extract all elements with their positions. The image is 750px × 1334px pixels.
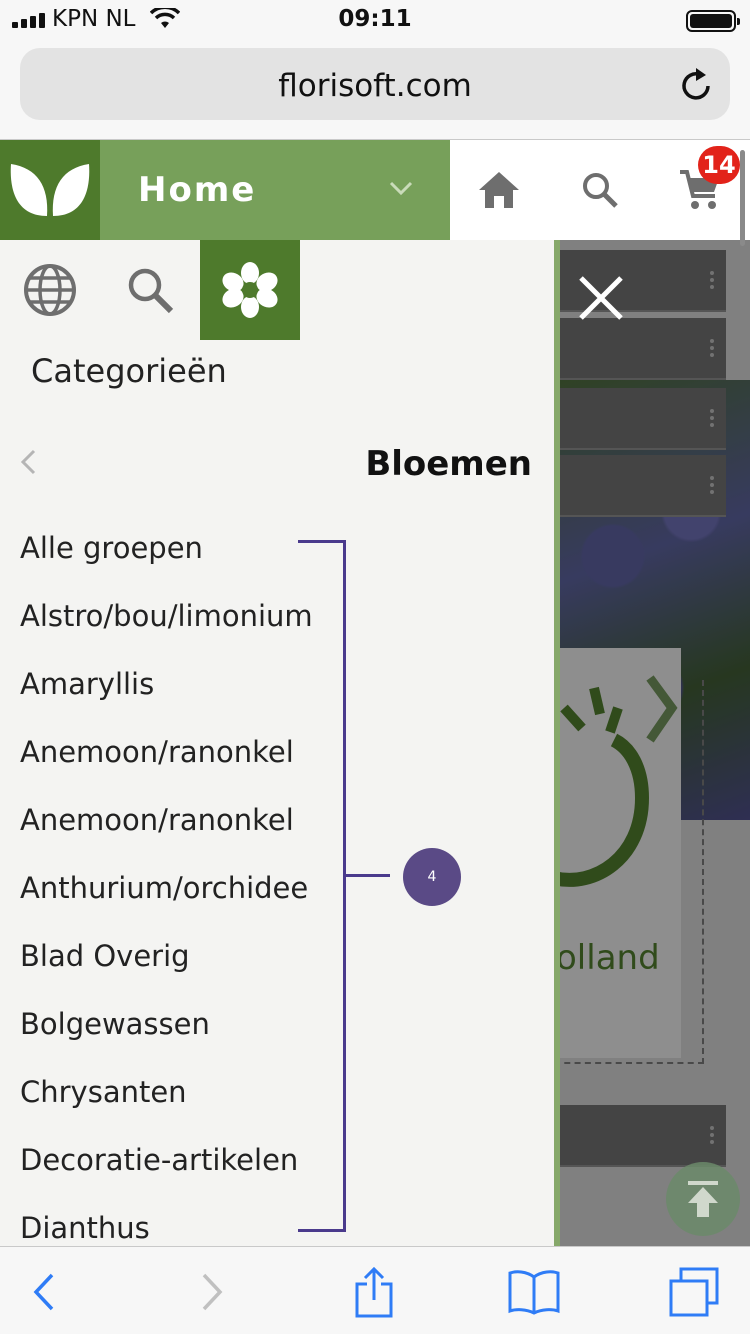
close-icon[interactable] [575,272,627,324]
category-item[interactable]: Anemoon/ranonkel [20,792,313,860]
arrow-up-icon [688,1181,718,1217]
category-list: Alle groepen Alstro/bou/limonium Amaryll… [20,520,313,1246]
search-icon [128,268,174,314]
browser-address-area: florisoft.com [0,40,750,140]
category-item[interactable]: Anemoon/ranonkel [20,724,313,792]
scrollbar[interactable] [740,150,745,246]
category-item[interactable]: Anthurium/orchidee [20,860,313,928]
chevron-down-icon [389,181,413,196]
back-button[interactable] [18,1267,70,1317]
category-item[interactable]: Bolgewassen [20,996,313,1064]
bookmarks-button[interactable] [508,1267,560,1317]
category-item[interactable]: Amaryllis [20,656,313,724]
section-dropdown-label: Home [138,170,257,210]
chevron-right-icon [202,1273,223,1311]
tabs-button[interactable] [668,1267,720,1317]
site-logo[interactable] [0,140,100,240]
dim-overlay[interactable] [554,240,750,1246]
category-item[interactable]: Chrysanten [20,1064,313,1132]
annotation-bracket [298,540,346,1232]
reload-icon[interactable] [680,66,714,102]
category-item[interactable]: Dianthus [20,1200,313,1246]
annotation-badge: 4 [403,848,461,906]
home-icon [479,172,519,208]
cart-count-badge: 14 [698,146,740,184]
globe-icon [24,264,76,316]
chevron-left-icon[interactable] [18,448,38,476]
category-item[interactable]: Alle groepen [20,520,313,588]
browser-toolbar [0,1246,750,1334]
category-item[interactable]: Decoratie-artikelen [20,1132,313,1200]
clock: 09:11 [338,6,412,32]
tab-search[interactable] [100,240,200,340]
tab-categories[interactable] [200,240,300,340]
url-text: florisoft.com [278,68,472,104]
tab-language[interactable] [0,240,100,340]
header-search-button[interactable] [576,166,624,214]
share-icon [355,1266,393,1318]
drawer-heading: Categorieën [31,352,227,390]
annotation-connector [344,874,390,877]
book-icon [508,1270,560,1315]
leaf-logo-icon [10,164,90,216]
category-level-title: Bloemen [365,444,532,484]
search-icon [583,173,618,208]
share-button[interactable] [348,1266,400,1318]
tabs-icon [669,1267,719,1317]
drawer-edge [554,240,560,1246]
address-bar[interactable]: florisoft.com [20,48,730,120]
scroll-to-top-button[interactable] [666,1162,740,1236]
flower-icon [222,262,278,318]
category-item[interactable]: Alstro/bou/limonium [20,588,313,656]
forward-button[interactable] [186,1267,238,1317]
battery-icon [686,10,740,32]
category-drawer: Categorieën Bloemen Alle groepen Alstro/… [0,240,554,1246]
background-page: olland [554,240,750,1246]
status-bar: KPN NL 09:11 [0,0,750,40]
category-item[interactable]: Blad Overig [20,928,313,996]
section-dropdown[interactable]: Home [100,140,450,240]
site-header: Home [0,140,750,240]
chevron-left-icon [33,1273,54,1311]
home-button[interactable] [475,166,523,214]
